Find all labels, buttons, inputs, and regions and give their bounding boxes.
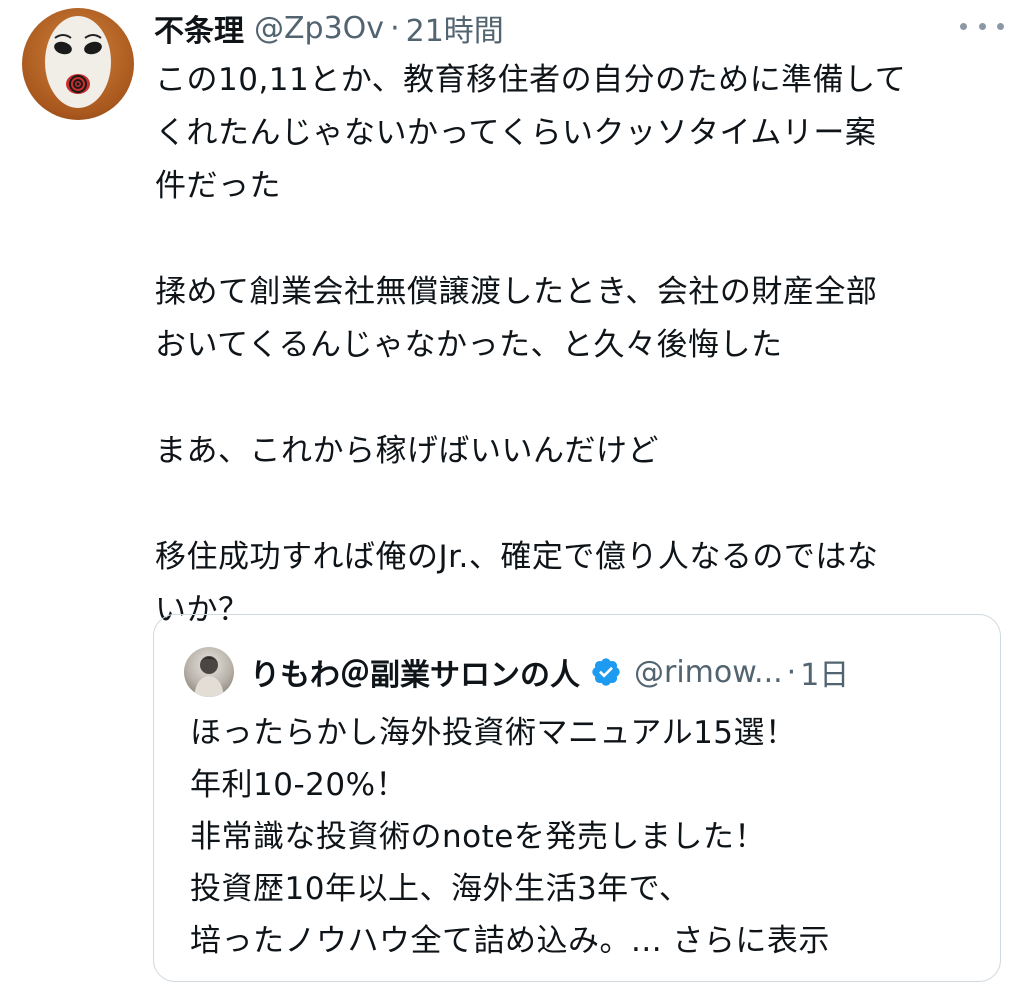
avatar[interactable] bbox=[22, 8, 134, 120]
quoted-header: りもわ＠副業サロンの人 @rimow... · 1日 bbox=[250, 645, 849, 699]
tweet[interactable]: 不条理 @Zp3Ov · 21時間 この10,11とか、教育移住者の自分のために… bbox=[0, 0, 1024, 990]
quoted-tweet[interactable]: りもわ＠副業サロンの人 @rimow... · 1日 ほったらかし海外投資術マニ… bbox=[153, 614, 1001, 982]
dot bbox=[997, 22, 1004, 30]
timestamp[interactable]: 21時間 bbox=[406, 6, 504, 50]
quoted-tweet-text: ほったらかし海外投資術マニュアル15選！ 年利10-20%！ 非常識な投資術のn… bbox=[190, 715, 830, 959]
dot bbox=[960, 22, 967, 30]
quoted-display-name[interactable]: りもわ＠副業サロンの人 bbox=[250, 650, 580, 694]
quoted-user-handle[interactable]: @rimow... bbox=[634, 655, 783, 690]
user-handle[interactable]: @Zp3Ov bbox=[254, 11, 384, 46]
verified-badge-icon bbox=[592, 658, 620, 686]
more-dots-icon[interactable] bbox=[960, 14, 1004, 38]
quoted-avatar[interactable] bbox=[184, 647, 234, 697]
separator-dot: · bbox=[786, 654, 797, 690]
mask-avatar-image bbox=[45, 16, 111, 108]
person-avatar-image bbox=[194, 656, 224, 697]
tweet-text: この10,11とか、教育移住者の自分のために準備して くれたんじゃないかってくら… bbox=[155, 62, 907, 628]
dot bbox=[978, 22, 986, 30]
separator-dot: · bbox=[390, 10, 400, 46]
display-name[interactable]: 不条理 bbox=[154, 6, 244, 50]
quoted-timestamp[interactable]: 1日 bbox=[800, 650, 849, 694]
tweet-header: 不条理 @Zp3Ov · 21時間 bbox=[154, 2, 504, 54]
